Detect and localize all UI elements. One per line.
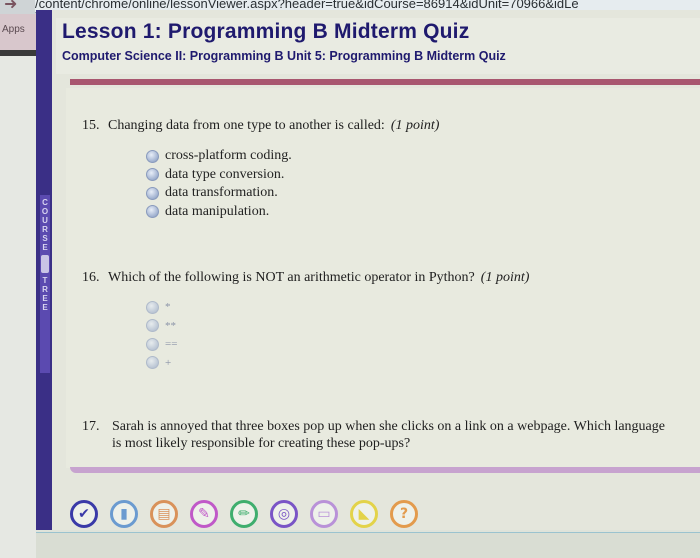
course-tree-letter: E — [42, 303, 48, 312]
question-text: Changing data from one type to another i… — [108, 118, 385, 133]
radio-button[interactable] — [146, 149, 159, 163]
answer-option[interactable]: + — [146, 354, 177, 373]
course-tree-letter: U — [42, 216, 48, 225]
notebook-icon: ▮ — [120, 506, 128, 522]
course-tree-letter: T — [42, 276, 48, 285]
answer-option[interactable]: data type conversion. — [146, 166, 292, 185]
course-tree-letter: E — [42, 294, 48, 303]
breadcrumb: Computer Science II: Programming B Unit … — [62, 49, 506, 63]
course-tree-letter: O — [41, 207, 49, 216]
page-title: Lesson 1: Programming B Midterm Quiz — [62, 20, 470, 43]
option-label: data transformation. — [165, 185, 278, 201]
question-number: 15. — [82, 118, 100, 133]
radio-button[interactable] — [146, 319, 159, 333]
question-points: (1 point) — [480, 270, 530, 285]
answer-option[interactable]: ** — [146, 317, 177, 336]
question-text: Which of the following is NOT an arithme… — [108, 270, 475, 285]
option-label: data manipulation. — [165, 203, 270, 219]
answer-option[interactable]: == — [146, 335, 177, 354]
option-label: cross-platform coding. — [165, 148, 292, 164]
help-button[interactable]: ? — [390, 500, 418, 528]
back-arrow-icon[interactable]: ➜ — [4, 0, 34, 13]
question-15: 15. Changing data from one type to anothe… — [82, 118, 439, 134]
radio-button[interactable] — [146, 300, 159, 314]
left-panel — [0, 56, 36, 558]
content-bottom-border — [70, 467, 700, 473]
question-17: 17. Sarah is annoyed that three boxes pop… — [82, 418, 682, 452]
pencil-button[interactable]: ✏ — [230, 500, 258, 528]
question-16: 16. Which of the following is NOT an arit… — [82, 270, 529, 286]
answer-option[interactable]: * — [146, 298, 177, 317]
radio-button[interactable] — [146, 205, 159, 219]
lesson-toolbar: ✔ ▮ ▤ ✎ ✏ ◎ ▭ ◣? — [70, 500, 418, 528]
option-label: + — [165, 356, 172, 369]
answer-option[interactable]: cross-platform coding. — [146, 147, 292, 166]
apps-shortcut[interactable]: Apps — [2, 24, 25, 35]
content-top-border — [70, 79, 700, 85]
option-label: * — [165, 301, 171, 314]
question-points: (1 point) — [390, 118, 440, 133]
flashcards-button[interactable]: ▤ — [150, 500, 178, 528]
radio-button[interactable] — [146, 337, 159, 351]
answer-option[interactable]: data manipulation. — [146, 203, 292, 222]
notebook-button[interactable]: ▮ — [110, 500, 138, 528]
question-15-options: cross-platform coding. data type convers… — [146, 147, 292, 221]
radio-button[interactable] — [146, 168, 159, 182]
option-label: ** — [165, 319, 176, 332]
question-number: 17. — [82, 419, 100, 434]
check-button[interactable]: ✔ — [70, 500, 98, 528]
target-button[interactable]: ◎ — [270, 500, 298, 528]
pencil-icon: ✏ — [238, 506, 250, 522]
answer-option[interactable]: data transformation. — [146, 184, 292, 203]
course-tree-letter: R — [42, 225, 48, 234]
course-tree-letter: S — [42, 234, 48, 243]
course-tree-letter: C — [42, 198, 48, 207]
pushpin-icon: ✎ — [198, 506, 210, 522]
course-tree-letter: E — [42, 243, 48, 252]
question-text: Sarah is annoyed that three boxes pop up… — [112, 419, 665, 451]
keyboard-button[interactable]: ▭ — [310, 500, 338, 528]
keyboard-icon: ▭ — [317, 506, 331, 522]
radio-button[interactable] — [146, 186, 159, 200]
pushpin-button[interactable]: ✎ — [190, 500, 218, 528]
radio-button[interactable] — [146, 356, 159, 370]
shoe-icon: ◣ — [358, 506, 370, 522]
footer — [36, 533, 700, 558]
option-label: data type conversion. — [165, 166, 285, 182]
target-icon: ◎ — [277, 506, 291, 522]
shoe-button[interactable]: ◣ — [350, 500, 378, 528]
question-number: 16. — [82, 270, 100, 285]
check-icon: ✔ — [78, 506, 90, 522]
option-label: == — [165, 338, 178, 351]
course-tree-letter: R — [42, 285, 48, 294]
course-tree-handle[interactable] — [41, 255, 49, 273]
question-16-options: * ** == + — [146, 298, 177, 372]
help-icon: ? — [399, 506, 409, 522]
course-tree-tab[interactable]: COURSETREE — [40, 195, 50, 373]
flashcards-icon: ▤ — [157, 506, 171, 522]
